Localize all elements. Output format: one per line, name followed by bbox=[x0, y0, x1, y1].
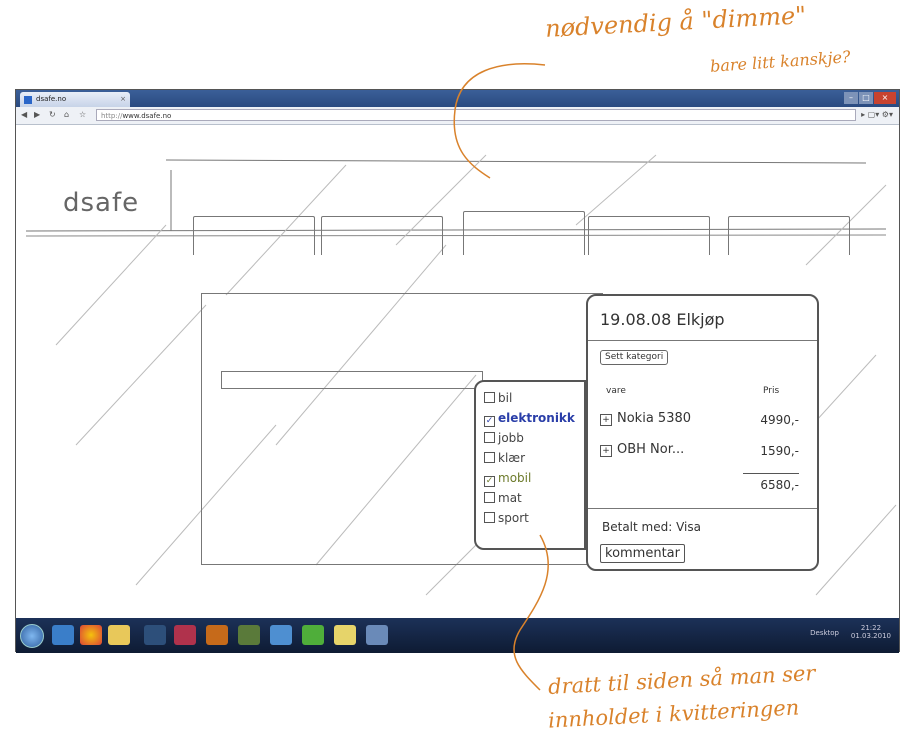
messenger-icon[interactable] bbox=[302, 625, 324, 645]
checkbox[interactable] bbox=[484, 512, 495, 523]
annotation-top-line2: bare litt kanskje? bbox=[709, 47, 852, 76]
receipt-item[interactable]: + OBH Nor... bbox=[600, 442, 684, 457]
item-price: 4990,- bbox=[760, 413, 799, 427]
category-item-sport[interactable]: sport bbox=[484, 510, 529, 526]
checkbox[interactable] bbox=[484, 492, 495, 503]
site-logo[interactable]: dsafe bbox=[63, 188, 139, 218]
tray-label: Desktop bbox=[810, 629, 839, 637]
nav-tab-4[interactable] bbox=[588, 216, 710, 255]
item-name: Nokia 5380 bbox=[617, 411, 692, 426]
forward-icon[interactable]: ▶ bbox=[34, 110, 40, 119]
category-item-bil[interactable]: bil bbox=[484, 390, 512, 406]
navigation-bar: ◀ ▶ ↻ ⌂ ☆ http://www.dsafe.no ▸ ▢▾ ⚙▾ bbox=[16, 107, 899, 125]
reload-icon[interactable]: ↻ bbox=[49, 110, 56, 119]
category-list: bil ✓ elektronikk jobb klær ✓ mobil mat sp… bbox=[474, 380, 586, 550]
category-item-mobil[interactable]: ✓ mobil bbox=[484, 470, 532, 487]
set-category-button[interactable]: Sett kategori bbox=[600, 350, 669, 365]
address-host: www.dsafe.no bbox=[122, 112, 172, 120]
category-item-mat[interactable]: mat bbox=[484, 490, 522, 506]
nav-tab-5[interactable] bbox=[728, 216, 850, 255]
category-label: mat bbox=[498, 491, 522, 505]
photoshop-icon[interactable] bbox=[144, 625, 166, 645]
divider bbox=[588, 340, 817, 341]
close-tab-icon[interactable]: × bbox=[120, 92, 126, 107]
browser-window: dsafe.no × – □ × ◀ ▶ ↻ ⌂ ☆ http://www.ds… bbox=[15, 89, 900, 653]
checkbox-checked[interactable]: ✓ bbox=[484, 476, 495, 487]
nav-tab-2[interactable] bbox=[321, 216, 443, 255]
expand-icon[interactable]: + bbox=[600, 445, 612, 457]
annotation-bottom-line1: dratt til siden så man ser bbox=[547, 661, 816, 699]
nav-tab-3-active[interactable] bbox=[463, 211, 585, 255]
divider bbox=[588, 508, 817, 509]
comment-button[interactable]: kommentar bbox=[600, 544, 685, 563]
category-label: sport bbox=[498, 511, 529, 525]
window-icon[interactable] bbox=[366, 625, 388, 645]
back-icon[interactable]: ◀ bbox=[21, 110, 27, 119]
indesign-icon[interactable] bbox=[174, 625, 196, 645]
nav-tab-1[interactable] bbox=[193, 216, 315, 255]
close-window-button[interactable]: × bbox=[874, 92, 896, 104]
checkbox[interactable] bbox=[484, 392, 495, 403]
tab-title: dsafe.no bbox=[36, 95, 67, 103]
home-icon[interactable]: ⌂ bbox=[64, 110, 69, 119]
category-label: bil bbox=[498, 391, 513, 405]
browser-tab[interactable]: dsafe.no × bbox=[20, 92, 130, 107]
explorer-icon[interactable] bbox=[52, 625, 74, 645]
maximize-button[interactable]: □ bbox=[859, 92, 873, 104]
address-protocol: http:// bbox=[101, 112, 123, 120]
category-label: mobil bbox=[498, 471, 532, 485]
checkbox[interactable] bbox=[484, 432, 495, 443]
illustrator-icon[interactable] bbox=[206, 625, 228, 645]
checkbox-checked[interactable]: ✓ bbox=[484, 416, 495, 427]
expand-icon[interactable]: + bbox=[600, 414, 612, 426]
category-label: klær bbox=[498, 451, 525, 465]
favicon-icon bbox=[24, 96, 32, 104]
receipt-total: 6580,- bbox=[760, 478, 799, 492]
item-name: OBH Nor... bbox=[617, 442, 685, 457]
receipt-popup: 19.08.08 Elkjøp Sett kategori vare Pris … bbox=[586, 294, 819, 571]
app-icon[interactable] bbox=[238, 625, 260, 645]
tab-bar: dsafe.no × – □ × bbox=[16, 90, 899, 107]
category-item-elektronikk[interactable]: ✓ elektronikk bbox=[484, 410, 575, 427]
category-label: jobb bbox=[498, 431, 524, 445]
minimize-button[interactable]: – bbox=[844, 92, 858, 104]
annotation-bottom-line2: innholdet i kvitteringen bbox=[547, 695, 800, 733]
start-button[interactable] bbox=[20, 624, 44, 648]
clock-time: 21:22 bbox=[860, 624, 882, 632]
page-menu-icon[interactable]: ▸ ▢▾ ⚙▾ bbox=[861, 110, 893, 119]
chrome-icon[interactable] bbox=[80, 625, 102, 645]
bookmark-star-icon[interactable]: ☆ bbox=[79, 110, 86, 119]
calendar-icon[interactable] bbox=[270, 625, 292, 645]
sum-line bbox=[743, 473, 799, 474]
receipt-item[interactable]: + Nokia 5380 bbox=[600, 411, 691, 426]
item-price: 1590,- bbox=[760, 444, 799, 458]
window-controls: – □ × bbox=[843, 92, 896, 105]
page-viewport: dsafe 19.08.08 Elkjøp Sett kategori vare… bbox=[16, 125, 899, 618]
column-header-item: vare bbox=[606, 386, 626, 396]
taskbar: Desktop 21:22 01.03.2010 bbox=[16, 618, 899, 653]
notes-icon[interactable] bbox=[334, 625, 356, 645]
clock[interactable]: 21:22 01.03.2010 bbox=[851, 624, 891, 640]
column-header-price: Pris bbox=[763, 386, 780, 396]
category-item-klaer[interactable]: klær bbox=[484, 450, 525, 466]
payment-method: Betalt med: Visa bbox=[602, 520, 701, 534]
category-item-jobb[interactable]: jobb bbox=[484, 430, 524, 446]
clock-date: 01.03.2010 bbox=[850, 632, 891, 640]
checkbox[interactable] bbox=[484, 452, 495, 463]
category-label: elektronikk bbox=[498, 411, 575, 425]
annotation-top-line1: nødvendig å "dimme" bbox=[544, 1, 807, 43]
address-bar[interactable]: http://www.dsafe.no bbox=[96, 109, 856, 121]
folder-icon[interactable] bbox=[108, 625, 130, 645]
receipt-title: 19.08.08 Elkjøp bbox=[600, 310, 725, 329]
text-input[interactable] bbox=[221, 371, 483, 389]
